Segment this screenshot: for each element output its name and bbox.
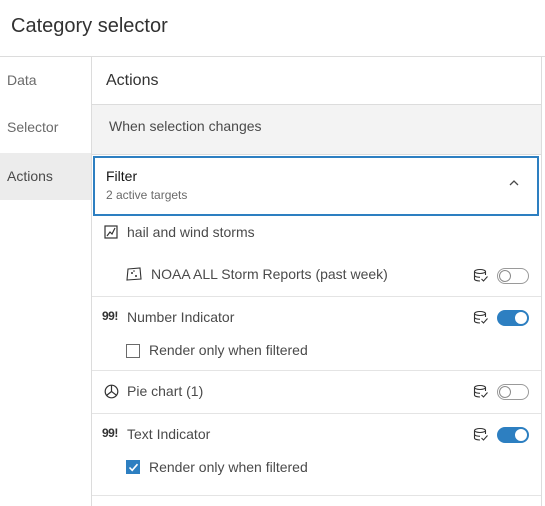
target-label: Pie chart (1)	[127, 383, 204, 399]
toggle-knob	[515, 312, 527, 324]
actions-panel: Actions When selection changes Filter 2 …	[91, 57, 545, 506]
panel-header: Actions	[92, 57, 541, 105]
database-filter-icon	[473, 427, 488, 441]
target-label: hail and wind storms	[127, 224, 255, 240]
toggle-knob	[499, 270, 511, 282]
filter-title: Filter	[106, 168, 138, 184]
target-row-pie-chart: Pie chart (1)	[92, 371, 541, 413]
render-filtered-label: Render only when filtered	[149, 459, 308, 475]
scrollbar-track[interactable]	[541, 57, 542, 506]
database-filter-icon	[473, 384, 488, 398]
target-row-noaa: NOAA ALL Storm Reports (past week)	[92, 257, 541, 296]
divider	[92, 495, 541, 496]
section-header: When selection changes	[92, 105, 541, 155]
indicator-icon: 99!	[102, 426, 118, 440]
map-icon	[104, 225, 118, 239]
pie-chart-icon	[104, 384, 119, 399]
chevron-up-icon[interactable]	[509, 178, 519, 188]
noaa-toggle[interactable]	[497, 268, 529, 284]
target-label: Number Indicator	[127, 309, 235, 325]
pie-chart-toggle[interactable]	[497, 384, 529, 400]
toggle-knob	[499, 386, 511, 398]
target-row-text-indicator: 99! Text Indicator Render only when filt…	[92, 414, 541, 495]
target-row-number-indicator: 99! Number Indicator Render only when fi…	[92, 297, 541, 371]
filter-subtitle: 2 active targets	[106, 188, 188, 202]
text-indicator-toggle[interactable]	[497, 427, 529, 443]
database-filter-icon	[473, 268, 488, 282]
render-filtered-label: Render only when filtered	[149, 342, 308, 358]
filter-accordion-header[interactable]: Filter 2 active targets	[93, 156, 539, 216]
title-bar: Category selector	[0, 0, 545, 57]
layer-map-icon	[126, 267, 142, 281]
render-filtered-checkbox[interactable]	[126, 460, 140, 474]
database-filter-icon	[473, 310, 488, 324]
checkmark-icon	[128, 463, 139, 472]
number-indicator-toggle[interactable]	[497, 310, 529, 326]
target-label: NOAA ALL Storm Reports (past week)	[151, 266, 388, 282]
page-title: Category selector	[11, 15, 168, 37]
nav-item-actions[interactable]: Actions	[0, 153, 91, 200]
render-filtered-checkbox[interactable]	[126, 344, 140, 358]
nav-item-data[interactable]: Data	[0, 57, 91, 104]
section-label: When selection changes	[109, 118, 262, 134]
indicator-icon: 99!	[102, 309, 118, 323]
target-group-map: hail and wind storms	[92, 217, 541, 257]
side-nav: Data Selector Actions	[0, 57, 91, 506]
toggle-knob	[515, 429, 527, 441]
target-label: Text Indicator	[127, 426, 211, 442]
panel-title: Actions	[106, 72, 159, 89]
nav-item-selector[interactable]: Selector	[0, 104, 91, 151]
